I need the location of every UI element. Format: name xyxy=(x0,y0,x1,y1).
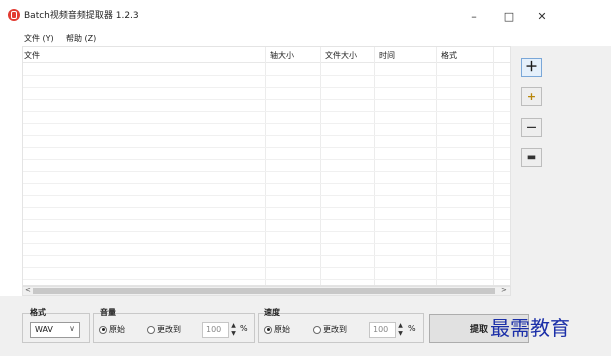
row-separator xyxy=(23,207,510,208)
chevron-down-icon: ∨ xyxy=(69,324,75,333)
volume-change-radio[interactable]: 更改到 xyxy=(147,324,181,335)
row-separator xyxy=(23,279,510,280)
clear-list-icon: ▬ xyxy=(526,151,537,163)
file-table[interactable]: 文件 轴大小 文件大小 时间 格式 xyxy=(22,46,511,286)
row-separator xyxy=(23,183,510,184)
side-toolbar: ＋ + — ▬ xyxy=(511,46,611,296)
row-separator xyxy=(23,123,510,124)
speed-spinner[interactable]: ▲ ▼ xyxy=(396,322,405,338)
row-separator xyxy=(23,135,510,136)
folder-add-icon: + xyxy=(526,90,537,103)
maximize-button[interactable]: □ xyxy=(494,8,524,24)
title-bar: Batch视频音频提取器 1.2.3 – □ ✕ xyxy=(0,0,611,32)
window-title: Batch视频音频提取器 1.2.3 xyxy=(24,11,139,21)
row-separator xyxy=(23,111,510,112)
add-folder-button[interactable]: + xyxy=(521,87,542,106)
row-separator xyxy=(23,219,510,220)
remove-item-button[interactable]: — xyxy=(521,118,542,137)
column-divider xyxy=(265,47,266,285)
row-separator xyxy=(23,159,510,160)
row-separator xyxy=(23,99,510,100)
column-divider xyxy=(493,47,494,285)
column-divider xyxy=(374,47,375,285)
close-button[interactable]: ✕ xyxy=(527,8,557,24)
watermark-text: 最需教育 xyxy=(490,316,570,340)
column-axis-size[interactable]: 轴大小 xyxy=(270,50,294,61)
format-select[interactable]: WAV ∨ xyxy=(30,322,80,338)
speed-change-label: 更改到 xyxy=(323,325,347,334)
speed-original-radio[interactable]: 原始 xyxy=(264,324,290,335)
volume-spinner[interactable]: ▲ ▼ xyxy=(229,322,238,338)
row-separator xyxy=(23,195,510,196)
app-logo-icon xyxy=(8,9,20,21)
row-separator xyxy=(23,243,510,244)
row-separator xyxy=(23,255,510,256)
format-label: 格式 xyxy=(30,308,46,317)
column-format[interactable]: 格式 xyxy=(441,50,457,61)
clear-list-button[interactable]: ▬ xyxy=(521,148,542,167)
speed-original-label: 原始 xyxy=(274,325,290,334)
volume-unit: % xyxy=(240,324,248,333)
menu-help[interactable]: 帮助 (Z) xyxy=(66,33,96,44)
volume-value-input[interactable]: 100 xyxy=(202,322,229,338)
row-separator xyxy=(23,147,510,148)
speed-change-radio[interactable]: 更改到 xyxy=(313,324,347,335)
volume-original-radio[interactable]: 原始 xyxy=(99,324,125,335)
minimize-button[interactable]: – xyxy=(459,8,489,24)
radio-unselected-icon xyxy=(313,325,321,334)
minus-icon: — xyxy=(526,121,537,133)
volume-label: 音量 xyxy=(100,308,116,317)
column-file[interactable]: 文件 xyxy=(24,50,40,61)
column-divider xyxy=(320,47,321,285)
scroll-right-arrow-icon[interactable]: > xyxy=(501,286,507,294)
radio-selected-icon xyxy=(99,325,107,334)
horizontal-scrollbar[interactable]: < > xyxy=(22,286,511,296)
column-time[interactable]: 时间 xyxy=(379,50,395,61)
volume-original-label: 原始 xyxy=(109,325,125,334)
speed-value-input[interactable]: 100 xyxy=(369,322,396,338)
row-separator xyxy=(23,267,510,268)
speed-unit: % xyxy=(408,324,416,333)
row-separator xyxy=(23,231,510,232)
plus-icon: ＋ xyxy=(524,60,538,75)
scroll-left-arrow-icon[interactable]: < xyxy=(25,286,31,294)
menu-file[interactable]: 文件 (Y) xyxy=(24,33,54,44)
scrollbar-thumb[interactable] xyxy=(33,288,495,294)
column-file-size[interactable]: 文件大小 xyxy=(325,50,357,61)
radio-selected-icon xyxy=(264,325,272,334)
column-divider xyxy=(436,47,437,285)
speed-label: 速度 xyxy=(264,308,280,317)
add-file-button[interactable]: ＋ xyxy=(521,58,542,77)
row-separator xyxy=(23,75,510,76)
format-selected-value: WAV xyxy=(35,325,53,334)
menu-bar: 文件 (Y) 帮助 (Z) xyxy=(0,32,611,46)
row-separator xyxy=(23,87,510,88)
radio-unselected-icon xyxy=(147,325,155,334)
volume-change-label: 更改到 xyxy=(157,325,181,334)
row-separator xyxy=(23,171,510,172)
